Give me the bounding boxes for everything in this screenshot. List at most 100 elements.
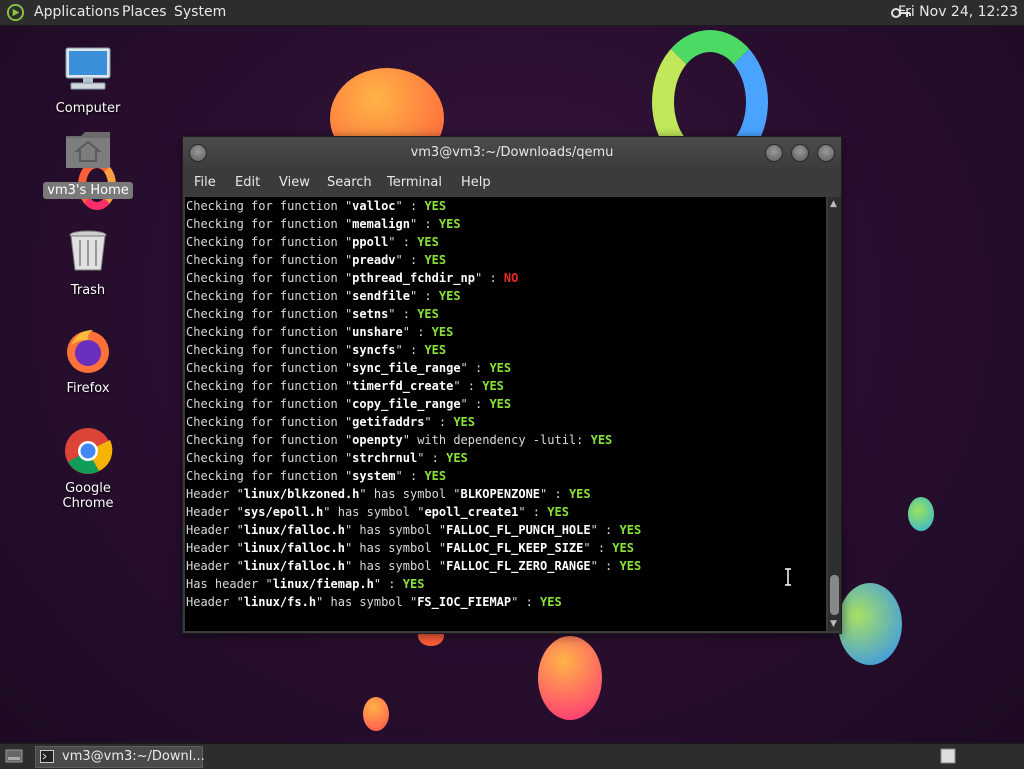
terminal-text-segment: unshare [352,325,403,339]
show-desktop-icon[interactable] [5,749,23,763]
top-panel: Applications Places System Fri Nov 24, 1… [0,0,1024,26]
terminal-text-segment: YES [619,559,642,573]
terminal-text-segment: YES [489,397,512,411]
terminal-text-segment: " : [453,379,483,393]
decor-pink-blob [538,636,602,720]
terminal-text-segment: Checking for function " [186,235,353,249]
terminal-text-segment: ppoll [352,235,389,249]
window-menu-icon[interactable] [189,144,207,162]
terminal-text-segment: Header " [186,541,244,555]
terminal-text-segment: strchrnul [352,451,418,465]
terminal-text-segment: memalign [352,217,410,231]
desktop-icon-trash[interactable]: Trash [38,228,138,299]
distro-logo-icon[interactable] [6,3,25,22]
terminal-line: Checking for function "syncfs" : YES [185,341,826,359]
clock[interactable]: Fri Nov 24, 12:23 [898,4,1018,20]
menu-help[interactable]: Help [461,175,491,190]
workspace-switcher-icon[interactable] [940,748,956,764]
desktop-icon-firefox[interactable]: Firefox [38,326,138,397]
text-cursor-icon [785,568,791,586]
places-menu[interactable]: Places [122,4,167,20]
desktop-icon-computer[interactable]: Computer [38,46,138,117]
maximize-icon[interactable] [791,144,809,162]
terminal-text-segment: " has symbol " [323,505,425,519]
terminal-text-segment: sys/epoll.h [243,505,324,519]
close-icon[interactable] [817,144,835,162]
terminal-text-segment: system [352,469,396,483]
menu-edit[interactable]: Edit [235,175,260,190]
terminal-text-segment: " has symbol " [344,523,447,537]
terminal-text-segment: " : [388,307,418,321]
window-titlebar[interactable]: vm3@vm3:~/Downloads/qemu [183,137,841,169]
terminal-text-segment: " : [417,451,447,465]
terminal-text-segment: Checking for function " [186,271,353,285]
terminal-text-segment: linux/fs.h [243,595,317,609]
terminal-text-segment: " has symbol " [359,487,461,501]
decor-blue-blob [838,583,902,665]
terminal-text-segment: syncfs [352,343,396,357]
desktop-icon-home[interactable]: vm3's Home [38,128,138,199]
terminal-text-segment: " : [388,235,418,249]
terminal-output[interactable]: Checking for function "valloc" : YES Chec… [185,197,826,631]
terminal-text-segment: epoll_create1 [424,505,519,519]
terminal-text-segment: Checking for function " [186,397,353,411]
window-menubar: File Edit View Search Terminal Help [183,169,841,197]
terminal-text-segment: YES [431,325,454,339]
desktop-icon-chrome[interactable]: Google Chrome [38,426,138,512]
firefox-icon [67,330,109,373]
terminal-line: Checking for function "strchrnul" : YES [185,449,826,467]
terminal-text-segment: " : [395,199,425,213]
terminal-text-segment: preadv [352,253,396,267]
terminal-text-segment: YES [424,253,447,267]
terminal-text-segment: " with dependency -lutil: [402,433,591,447]
applications-menu[interactable]: Applications [34,4,120,20]
scroll-up-icon[interactable]: ▲ [830,199,837,209]
terminal-text-segment: linux/falloc.h [243,541,345,555]
terminal-scrollbar[interactable]: ▲ ▼ [828,197,841,631]
terminal-text-segment: YES [438,289,461,303]
terminal-text-segment: Has header " [186,577,273,591]
taskbar-item-terminal[interactable]: vm3@vm3:~/Downl... [35,746,205,768]
terminal-text-segment: YES [424,469,447,483]
menu-search[interactable]: Search [327,175,372,190]
menu-file[interactable]: File [194,175,216,190]
terminal-line: Checking for function "ppoll" : YES [185,233,826,251]
terminal-text-segment: YES [446,451,468,465]
home-folder-icon [66,132,110,168]
terminal-line: Checking for function "pthread_fchdir_np… [185,269,826,287]
terminal-text-segment: " : [395,253,425,267]
terminal-text-segment: " : [409,289,439,303]
terminal-line: Checking for function "sendfile" : YES [185,287,826,305]
system-menu[interactable]: System [174,4,226,20]
menu-view[interactable]: View [279,175,310,190]
terminal-text-segment: Checking for function " [186,379,353,393]
terminal-line: Header "sys/epoll.h" has symbol "epoll_c… [185,503,826,521]
terminal-text-segment: " : [460,361,490,375]
terminal-line: Checking for function "setns" : YES [185,305,826,323]
terminal-text-segment: valloc [352,199,396,213]
scrollbar-thumb[interactable] [830,575,839,615]
terminal-text-segment: " : [511,595,541,609]
desktop-icon-label: vm3's Home [43,182,133,199]
terminal-window: vm3@vm3:~/Downloads/qemu File Edit View … [182,136,842,634]
decor-small-orange-blob [363,697,389,731]
menu-terminal[interactable]: Terminal [387,175,442,190]
terminal-icon [40,750,54,763]
terminal-text-segment: linux/fiemap.h [272,577,374,591]
scroll-down-icon[interactable]: ▼ [830,619,837,629]
terminal-text-segment: FALLOC_FL_KEEP_SIZE [446,541,584,555]
minimize-icon[interactable] [765,144,783,162]
terminal-text-segment: " : [590,559,620,573]
terminal-text-segment: YES [568,487,591,501]
desktop-icon-label: Computer [55,101,121,116]
terminal-text-segment: YES [424,343,447,357]
terminal-text-segment: copy_file_range [352,397,461,411]
terminal-line: Header "linux/falloc.h" has symbol "FALL… [185,539,826,557]
terminal-text-segment: pthread_fchdir_np [352,271,475,285]
terminal-text-segment: " : [475,271,504,285]
terminal-text-segment: sendfile [352,289,410,303]
terminal-text-segment: YES [417,235,439,249]
terminal-text-segment: " : [395,469,425,483]
window-title: vm3@vm3:~/Downloads/qemu [410,145,614,160]
terminal-text-segment: " has symbol " [344,559,447,573]
